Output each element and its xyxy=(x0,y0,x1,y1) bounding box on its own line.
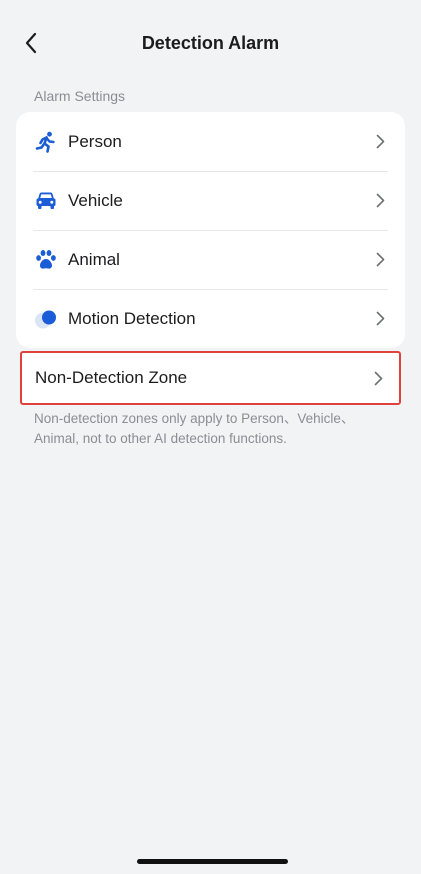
settings-item-label: Person xyxy=(68,131,122,151)
chevron-right-icon xyxy=(372,370,384,386)
settings-item-motion-detection[interactable]: Motion Detection xyxy=(16,289,405,348)
non-detection-zone-item[interactable]: Non-Detection Zone xyxy=(20,351,401,405)
motion-dot-icon xyxy=(34,308,60,330)
settings-item-label: Vehicle xyxy=(68,190,123,210)
settings-item-animal[interactable]: Animal xyxy=(16,230,405,289)
chevron-right-icon xyxy=(374,134,386,150)
settings-item-person[interactable]: Person xyxy=(16,112,405,171)
page-title: Detection Alarm xyxy=(141,33,280,53)
running-person-icon xyxy=(35,131,57,153)
settings-item-label: Animal xyxy=(68,249,120,269)
non-detection-zone-label: Non-Detection Zone xyxy=(35,368,188,387)
settings-item-label: Motion Detection xyxy=(68,308,196,328)
chevron-right-icon xyxy=(374,193,386,209)
section-label: Alarm Settings xyxy=(34,88,126,104)
home-indicator[interactable] xyxy=(137,859,288,864)
car-icon xyxy=(35,190,57,212)
header-bar: Detection Alarm xyxy=(0,0,421,88)
paw-icon xyxy=(35,249,57,271)
chevron-right-icon xyxy=(374,252,386,268)
settings-item-vehicle[interactable]: Vehicle xyxy=(16,171,405,230)
non-detection-zone-note: Non-detection zones only apply to Person… xyxy=(34,411,355,446)
alarm-settings-card: Person Vehicle Animal Motion Detection xyxy=(16,112,405,348)
chevron-right-icon xyxy=(374,311,386,327)
